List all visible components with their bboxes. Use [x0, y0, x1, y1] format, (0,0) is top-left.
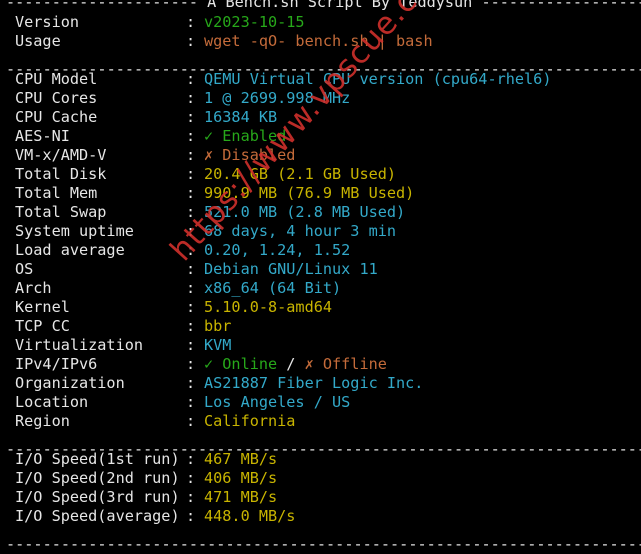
colon-separator: : — [186, 70, 196, 88]
ip-row: IPv4/IPv6: ✓ Online / ✗ Offline — [15, 355, 635, 374]
system-row: Total Swap:521.0 MB (2.8 MB Used) — [15, 203, 635, 222]
location-row: Region: California — [15, 412, 635, 431]
ip-slash: / — [277, 355, 305, 373]
system-row: Virtualization: KVM — [15, 336, 635, 355]
location-value: AS21887 Fiber Logic Inc. — [204, 374, 424, 392]
intro-value: v2023-10-15 — [204, 13, 305, 31]
io-label: I/O Speed(2nd run) — [15, 469, 180, 487]
system-row: Arch: x86_64 (64 Bit) — [15, 279, 635, 298]
colon-separator: : — [186, 450, 196, 468]
location-value: Los Angeles / US — [204, 393, 351, 411]
colon-separator: : — [186, 89, 196, 107]
colon-separator: : — [186, 317, 196, 335]
ip-label: IPv4/IPv6 — [15, 355, 98, 373]
separator-line-3: ----------------------------------------… — [6, 535, 641, 553]
colon-separator: : — [186, 488, 196, 506]
system-label: TCP CC — [15, 317, 70, 335]
system-label: CPU Cache — [15, 108, 98, 126]
intro-label: Usage — [15, 32, 61, 50]
colon-separator: : — [186, 127, 196, 145]
colon-separator: : — [186, 336, 196, 354]
system-value: Debian GNU/Linux 11 — [204, 260, 378, 278]
system-label: Total Mem — [15, 184, 98, 202]
system-value: 68 days, 4 hour 3 min — [204, 222, 397, 240]
colon-separator: : — [186, 108, 196, 126]
colon-separator: : — [186, 355, 196, 373]
system-value: 5.10.0-8-amd64 — [204, 298, 333, 316]
io-value: 471 MB/s — [204, 488, 278, 506]
colon-separator: : — [186, 184, 196, 202]
intro-label: Version — [15, 13, 80, 31]
system-row: Load average:0.20, 1.24, 1.52 — [15, 241, 635, 260]
colon-separator: : — [186, 393, 196, 411]
system-label: CPU Cores — [15, 89, 98, 107]
ipv4-status: ✓ Online — [204, 355, 278, 373]
location-value: California — [204, 412, 296, 430]
colon-separator: : — [186, 469, 196, 487]
location-row: Organization: AS21887 Fiber Logic Inc. — [15, 374, 635, 393]
colon-separator: : — [186, 13, 196, 31]
io-label: I/O Speed(1st run) — [15, 450, 180, 468]
location-label: Location — [15, 393, 89, 411]
system-value: QEMU Virtual CPU version (cpu64-rhel6) — [204, 70, 552, 88]
system-value: x86_64 (64 Bit) — [204, 279, 342, 297]
system-label: System uptime — [15, 222, 134, 240]
system-label: VM-x/AMD-V — [15, 146, 107, 164]
system-value: bbr — [204, 317, 232, 335]
system-label: Total Swap — [15, 203, 107, 221]
system-label: Total Disk — [15, 165, 107, 183]
system-value: 0.20, 1.24, 1.52 — [204, 241, 351, 259]
io-value: 467 MB/s — [204, 450, 278, 468]
intro-row: Usage: wget -qO- bench.sh | bash — [15, 32, 635, 51]
location-label: Organization — [15, 374, 125, 392]
io-row: I/O Speed(3rd run):471 MB/s — [15, 488, 635, 507]
system-value: 16384 KB — [204, 108, 278, 126]
system-value: KVM — [204, 336, 232, 354]
system-row: Total Disk:20.4 GB (2.1 GB Used) — [15, 165, 635, 184]
header-title-line: --------------------- A Bench.sh Script … — [6, 0, 641, 11]
colon-separator: : — [186, 412, 196, 430]
system-row: TCP CC: bbr — [15, 317, 635, 336]
colon-separator: : — [186, 507, 196, 525]
system-row: Kernel:5.10.0-8-amd64 — [15, 298, 635, 317]
location-label: Region — [15, 412, 70, 430]
io-row: I/O Speed(1st run):467 MB/s — [15, 450, 635, 469]
system-label: Kernel — [15, 298, 70, 316]
system-row: Total Mem:990.9 MB (76.9 MB Used) — [15, 184, 635, 203]
ip-value: ✓ Online / ✗ Offline — [204, 355, 387, 374]
io-value: 448.0 MB/s — [204, 507, 296, 525]
ipv6-status: ✗ Offline — [304, 355, 387, 373]
io-label: I/O Speed(3rd run) — [15, 488, 180, 506]
system-label: Arch — [15, 279, 52, 297]
io-row: I/O Speed(average):448.0 MB/s — [15, 507, 635, 526]
system-row: VM-x/AMD-V: ✗ Disabled — [15, 146, 635, 165]
system-label: Virtualization — [15, 336, 144, 354]
system-label: Load average — [15, 241, 125, 259]
system-label: AES-NI — [15, 127, 70, 145]
colon-separator: : — [186, 32, 196, 50]
io-row: I/O Speed(2nd run):406 MB/s — [15, 469, 635, 488]
location-row: Location: Los Angeles / US — [15, 393, 635, 412]
colon-separator: : — [186, 279, 196, 297]
colon-separator: : — [186, 146, 196, 164]
colon-separator: : — [186, 374, 196, 392]
system-label: OS — [15, 260, 34, 278]
io-label: I/O Speed(average) — [15, 507, 180, 525]
system-row: AES-NI: ✓ Enabled — [15, 127, 635, 146]
intro-row: Version: v2023-10-15 — [15, 13, 635, 32]
system-row: System uptime:68 days, 4 hour 3 min — [15, 222, 635, 241]
colon-separator: : — [186, 298, 196, 316]
system-row: OS: Debian GNU/Linux 11 — [15, 260, 635, 279]
colon-separator: : — [186, 165, 196, 183]
io-value: 406 MB/s — [204, 469, 278, 487]
system-label: CPU Model — [15, 70, 98, 88]
